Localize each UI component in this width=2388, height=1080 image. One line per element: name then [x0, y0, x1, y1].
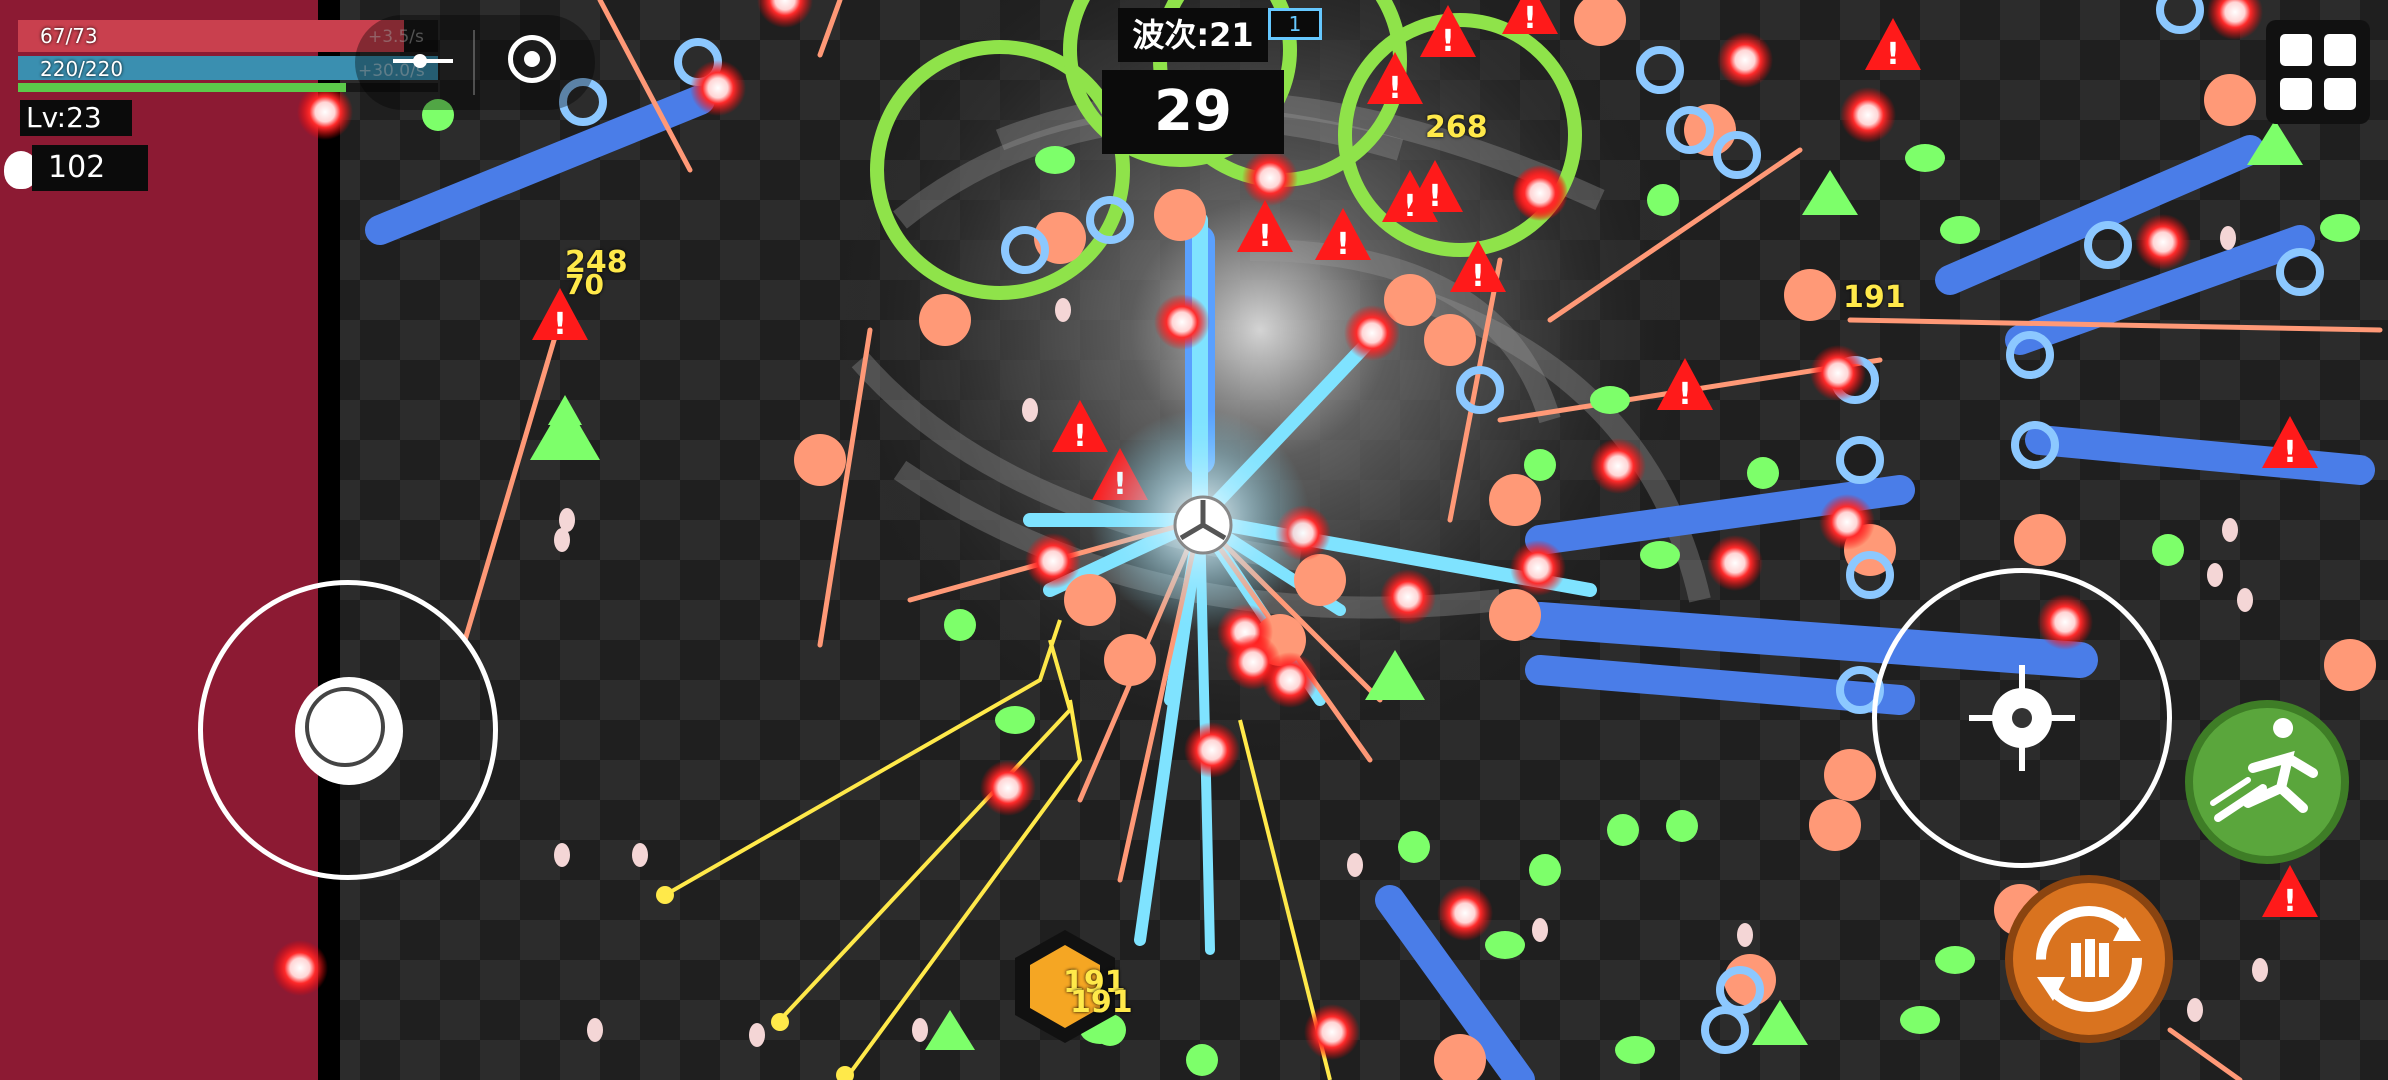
svg-text:!: ! — [1471, 259, 1485, 294]
svg-text:!: ! — [1388, 71, 1402, 106]
grid-cell — [2280, 78, 2312, 110]
reload-glyph — [2036, 906, 2142, 1012]
svg-text:!: ! — [2283, 884, 2297, 919]
sprint-glyph — [2210, 718, 2318, 822]
svg-text:!: ! — [1523, 1, 1537, 36]
knob-ring — [305, 687, 385, 767]
player-character — [1173, 495, 1233, 555]
svg-text:!: ! — [2283, 435, 2297, 470]
svg-text:!: ! — [1336, 227, 1350, 262]
toggle-divider — [473, 30, 475, 95]
reload-icon[interactable] — [2005, 875, 2173, 1043]
aim-mode-toggle[interactable] — [355, 15, 595, 110]
damage-number: 191 — [1070, 985, 1133, 1020]
damage-number: 191 — [1843, 280, 1906, 315]
svg-text:!: ! — [1258, 219, 1272, 254]
svg-text:!: ! — [1441, 24, 1455, 59]
wave-timer: 29 — [1102, 70, 1284, 154]
aim-joystick[interactable] — [1872, 568, 2172, 868]
grid-cell — [2324, 78, 2356, 110]
arena-wall — [318, 0, 340, 1080]
toggle-knob — [413, 54, 427, 68]
level-label: Lv:23 — [20, 100, 132, 136]
svg-text:!: ! — [1428, 179, 1442, 214]
svg-text:!: ! — [1886, 37, 1900, 72]
shield-text: 220/220 — [40, 57, 124, 81]
hp-text: 67/73 — [40, 24, 98, 48]
wave-label: 波次:21 — [1118, 8, 1268, 62]
damage-number: 70 — [565, 268, 604, 301]
crosshair-icon — [1969, 665, 2075, 771]
movement-joystick[interactable] — [198, 580, 498, 880]
wave-badge: 1 — [1268, 8, 1322, 40]
xp-bar-fill — [18, 83, 346, 92]
sprint-icon[interactable] — [2185, 700, 2349, 864]
target-icon[interactable] — [508, 35, 556, 83]
svg-text:!: ! — [1678, 377, 1692, 412]
coin-counter: 102 — [0, 145, 148, 195]
coin-count: 102 — [32, 145, 148, 191]
joystick-knob[interactable] — [295, 677, 403, 785]
grid-cell — [2280, 34, 2312, 66]
damage-number: 268 — [1425, 110, 1488, 145]
svg-text:!: ! — [1073, 419, 1087, 454]
grid-2x2-icon[interactable] — [2266, 20, 2370, 124]
svg-text:!: ! — [553, 307, 567, 342]
grid-cell — [2324, 34, 2356, 66]
